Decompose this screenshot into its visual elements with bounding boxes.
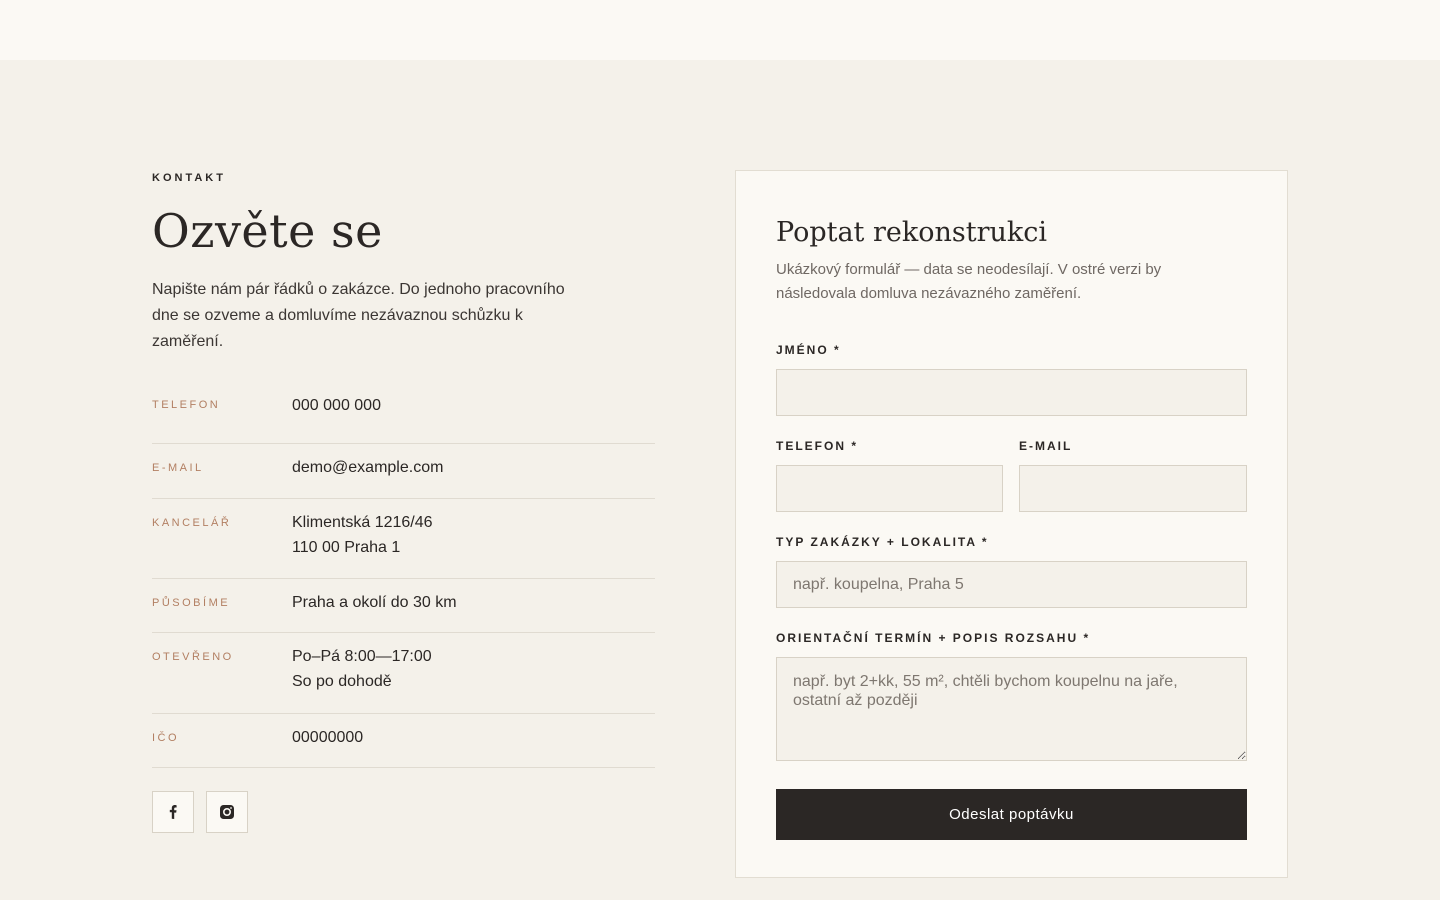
scope-label: ORIENTAČNÍ TERMÍN + POPIS ROZSAHU *	[776, 631, 1091, 645]
info-row-ico: IČO 00000000	[152, 714, 655, 769]
info-value-office: Klimentská 1216/46 110 00 Praha 1	[292, 514, 433, 557]
info-label: IČO	[152, 732, 180, 745]
email-field-group: E-MAIL	[1019, 439, 1247, 512]
scope-field-group: ORIENTAČNÍ TERMÍN + POPIS ROZSAHU *	[776, 631, 1247, 761]
info-value-hours: Po–Pá 8:00—17:00 So po dohodě	[292, 648, 432, 691]
name-input[interactable]	[776, 369, 1247, 416]
info-row-phone: TELEFON 000 000 000	[152, 389, 655, 445]
contact-info-list: TELEFON 000 000 000 E-MAIL demo@example.…	[152, 389, 655, 769]
contact-section: KONTAKT Ozvěte se Napište nám pár řádků …	[152, 172, 655, 834]
top-header-bar	[0, 0, 1440, 60]
info-label: E-MAIL	[152, 462, 204, 475]
email-input[interactable]	[1019, 465, 1247, 512]
social-links	[152, 791, 655, 834]
section-eyebrow: KONTAKT	[152, 172, 226, 184]
scope-textarea[interactable]	[776, 657, 1247, 761]
instagram-icon	[220, 805, 234, 820]
info-label: OTEVŘENO	[152, 651, 234, 664]
name-field-group: JMÉNO *	[776, 343, 1247, 416]
email-label: E-MAIL	[1019, 439, 1073, 453]
facebook-icon	[169, 805, 177, 820]
info-value-email[interactable]: demo@example.com	[292, 455, 443, 480]
contact-fields-row: TELEFON * E-MAIL	[776, 439, 1247, 512]
info-label: TELEFON	[152, 399, 221, 412]
info-row-email: E-MAIL demo@example.com	[152, 444, 655, 500]
name-label: JMÉNO *	[776, 343, 841, 357]
info-value-ico: 00000000	[292, 729, 364, 747]
instagram-link[interactable]	[206, 791, 248, 834]
form-description: Ukázkový formulář — data se neodesílají.…	[776, 261, 1162, 302]
contact-heading: Ozvěte se	[152, 204, 383, 258]
info-row-hours: OTEVŘENO Po–Pá 8:00—17:00 So po dohodě	[152, 633, 655, 715]
info-label: KANCELÁŘ	[152, 517, 232, 530]
info-label: PŮSOBÍME	[152, 597, 231, 610]
form-title: Poptat rekonstrukci	[776, 217, 1048, 248]
submit-button[interactable]: Odeslat poptávku	[776, 789, 1247, 840]
info-row-office: KANCELÁŘ Klimentská 1216/46 110 00 Praha…	[152, 499, 655, 580]
info-value-area: Praha a okolí do 30 km	[292, 594, 457, 612]
info-row-area: PŮSOBÍME Praha a okolí do 30 km	[152, 579, 655, 634]
phone-input[interactable]	[776, 465, 1003, 512]
phone-label: TELEFON *	[776, 439, 859, 453]
inquiry-form-card: Poptat rekonstrukci Ukázkový formulář — …	[735, 170, 1288, 878]
phone-field-group: TELEFON *	[776, 439, 1003, 512]
facebook-link[interactable]	[152, 791, 194, 834]
type-input[interactable]	[776, 561, 1247, 608]
info-value-phone[interactable]: 000 000 000	[292, 389, 381, 418]
type-field-group: TYP ZAKÁZKY + LOKALITA *	[776, 535, 1247, 608]
type-label: TYP ZAKÁZKY + LOKALITA *	[776, 535, 989, 549]
contact-intro: Napište nám pár řádků o zakázce. Do jedn…	[152, 281, 565, 351]
